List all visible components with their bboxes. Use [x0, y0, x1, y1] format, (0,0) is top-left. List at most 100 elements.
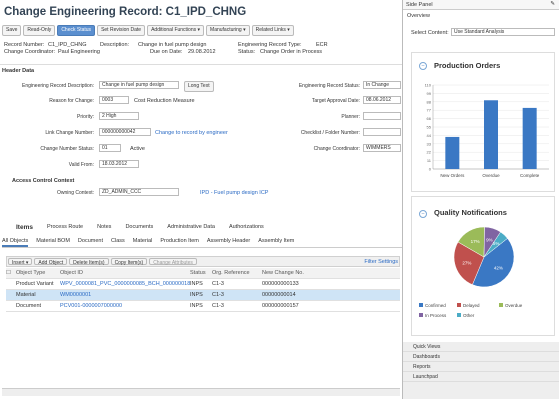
ecr-description-input[interactable]: Change in fuel pump design: [99, 81, 179, 89]
copy-items-button[interactable]: Copy Item(s): [110, 258, 148, 266]
read-only-button[interactable]: Read-Only: [23, 25, 56, 36]
select-all-icon[interactable]: ☐: [6, 270, 16, 276]
bar: [484, 100, 498, 169]
reason-text: Cost Reduction Measure: [134, 98, 195, 104]
cell-status: INPS: [190, 292, 203, 298]
approval-date-input[interactable]: 08.06.2012: [363, 96, 401, 104]
filter-production-item[interactable]: Production Item: [160, 238, 199, 247]
tab-notes[interactable]: Notes: [95, 224, 113, 231]
y-tick-label: 44: [427, 133, 432, 138]
col-status[interactable]: Status: [190, 270, 212, 276]
col-new-change-no[interactable]: New Change No.: [262, 270, 322, 276]
cell-org-reference: C1-3: [212, 292, 224, 298]
owning-context-input[interactable]: ZD_ADMIN_CCC: [99, 188, 179, 196]
side-panel-links: Quick Views Dashboards Reports Launchpad: [403, 342, 559, 399]
access-control-title: Access Control Context: [12, 178, 75, 184]
additional-functions-button[interactable]: Additional Functions ▾: [147, 25, 205, 36]
table-row[interactable]: Material WM0000001 INPS C1-3 00000000014: [6, 290, 400, 301]
col-object-type[interactable]: Object Type: [16, 270, 60, 276]
horizontal-scrollbar[interactable]: [2, 388, 400, 396]
side-panel-header: Side Panel ✎: [403, 0, 559, 10]
pin-icon[interactable]: ✎: [550, 1, 555, 7]
legend-label: In Process: [425, 313, 447, 318]
long-text-button[interactable]: Long Text: [184, 81, 214, 92]
cell-object-type: Document: [16, 303, 42, 309]
production-orders-title: Production Orders: [434, 61, 501, 70]
select-content-label: Select Content:: [411, 30, 449, 36]
description-label: Description:: [100, 42, 130, 48]
reports-item[interactable]: Reports: [403, 362, 559, 372]
link-change-label: Link Change Number:: [45, 130, 94, 136]
change-attributes-button[interactable]: Change Attributes: [149, 258, 197, 266]
coordinator-value: Paul Engineering: [58, 49, 100, 55]
add-object-button[interactable]: Add Object: [34, 258, 68, 266]
col-org-reference[interactable]: Org. Reference: [212, 270, 262, 276]
main-panel: Change Engineering Record: C1_IPD_CHNG S…: [0, 0, 403, 399]
divider: [0, 64, 402, 65]
y-tick-label: 22: [427, 150, 432, 155]
right-coordinator-input[interactable]: WIMMERS: [363, 144, 401, 152]
filter-document[interactable]: Document: [78, 238, 103, 247]
change-status-input[interactable]: 01: [99, 144, 121, 152]
filter-settings-link[interactable]: Filter Settings: [364, 258, 398, 265]
main-toolbar: Save Read-Only Check Status Set Revision…: [2, 25, 402, 36]
reason-input[interactable]: 0003: [99, 96, 129, 104]
cell-org-reference: C1-3: [212, 303, 224, 309]
legend-swatch: [457, 303, 461, 307]
owning-context-link[interactable]: IPD - Fuel pump design ICP: [200, 190, 268, 196]
status-value: Change Order in Process: [260, 49, 323, 55]
cell-object-id[interactable]: WPV_0000081_PVC_0000000085_BCH_000000018…: [60, 281, 190, 287]
priority-input[interactable]: 2 High: [99, 112, 139, 120]
filter-assembly-item[interactable]: Assembly Item: [258, 238, 294, 247]
x-tick-label: Overdue: [482, 173, 500, 178]
quality-notifications-title: Quality Notifications: [434, 208, 507, 217]
legend-swatch: [499, 303, 503, 307]
filter-material-bom[interactable]: Material BOM: [36, 238, 70, 247]
related-links-button[interactable]: Related Links ▾: [251, 25, 294, 36]
col-object-id[interactable]: Object ID: [60, 270, 190, 276]
y-tick-label: 11: [427, 158, 432, 163]
production-orders-chart: 0 11 22 33 44 55 66 77 88 99 110 New Orders Overdue C…: [425, 83, 549, 178]
link-change-input[interactable]: 000000000042: [99, 128, 151, 136]
legend-swatch: [419, 313, 423, 317]
manufacturing-button[interactable]: Manufacturing ▾: [206, 25, 250, 36]
collapse-icon[interactable]: –: [419, 210, 427, 218]
filter-assembly-header[interactable]: Assembly Header: [207, 238, 250, 247]
checklist-input[interactable]: [363, 128, 401, 136]
delete-items-button[interactable]: Delete Item(s): [69, 258, 109, 266]
tab-process-route[interactable]: Process Route: [45, 224, 85, 231]
save-button[interactable]: Save: [2, 25, 22, 36]
insert-button[interactable]: Insert ▾: [8, 258, 33, 266]
ecr-status-input[interactable]: In Change: [363, 81, 401, 89]
dashboards-item[interactable]: Dashboards: [403, 352, 559, 362]
coordinator-label: Change Coordinator:: [4, 49, 56, 55]
planner-input[interactable]: [363, 112, 401, 120]
overview-toggle[interactable]: Overview: [407, 13, 430, 19]
tab-documents[interactable]: Documents: [123, 224, 155, 231]
ecr-description-label: Engineering Record Description:: [22, 83, 94, 89]
launchpad-item[interactable]: Launchpad: [403, 372, 559, 382]
set-revision-date-button[interactable]: Set Revision Date: [97, 25, 146, 36]
ecr-type-value: ECR: [316, 42, 328, 48]
cell-object-type: Product Variant: [16, 281, 54, 287]
cell-object-id[interactable]: WM0000001: [60, 292, 190, 298]
check-status-button[interactable]: Check Status: [57, 25, 96, 36]
tab-items[interactable]: Items: [14, 224, 35, 231]
table-row[interactable]: Document PCV001-0000007000000 INPS C1-3 …: [6, 301, 400, 312]
filter-class[interactable]: Class: [111, 238, 125, 247]
items-grid: ☐ Object Type Object ID Status Org. Refe…: [6, 268, 400, 312]
cell-object-id[interactable]: PCV001-0000007000000: [60, 303, 190, 309]
filter-all-objects[interactable]: All Objects: [2, 238, 29, 247]
table-row[interactable]: Product Variant WPV_0000081_PVC_00000000…: [6, 279, 400, 290]
valid-from-input[interactable]: 18.03.2012: [99, 160, 139, 168]
quick-views-item[interactable]: Quick Views: [403, 342, 559, 352]
filter-material[interactable]: Material: [133, 238, 153, 247]
y-tick-label: 66: [427, 116, 432, 121]
legend-label: Overdue: [505, 303, 523, 308]
cell-change-no: 000000000157: [262, 303, 299, 309]
tab-authorizations[interactable]: Authorizations: [227, 224, 266, 231]
select-content-dropdown[interactable]: Use Standard Analysis: [451, 28, 555, 36]
change-link[interactable]: Change to record by engineer: [155, 130, 228, 136]
tab-admin-data[interactable]: Administrative Data: [165, 224, 217, 231]
collapse-icon[interactable]: –: [419, 62, 427, 70]
